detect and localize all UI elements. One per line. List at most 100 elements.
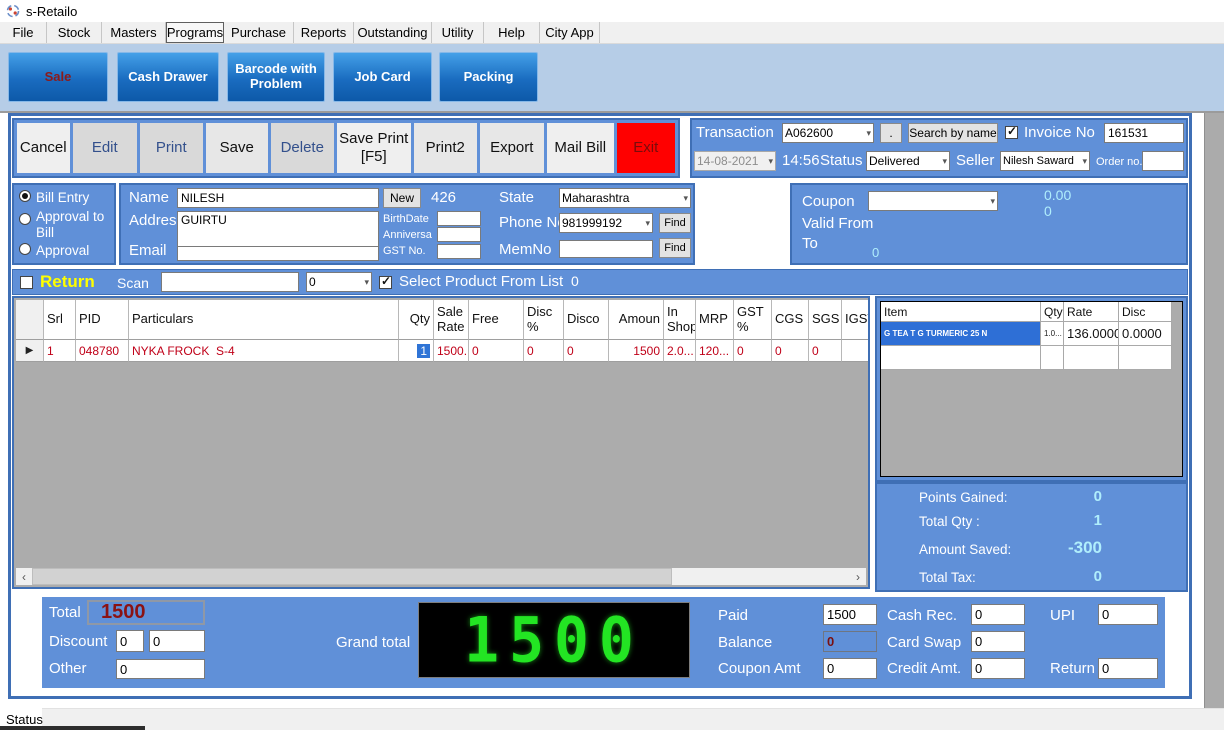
gst-no-input[interactable] [437, 244, 481, 259]
other-input[interactable] [116, 659, 205, 679]
return-amt-input[interactable] [1098, 658, 1158, 679]
discount-amt-input[interactable] [149, 630, 205, 652]
time-value: 14:56 [782, 152, 820, 169]
credit-amt-input[interactable] [971, 658, 1025, 679]
scrollbar-thumb[interactable] [32, 568, 672, 585]
seller-combo[interactable]: Nilesh Saward▾ [1000, 151, 1090, 171]
grand-total-display: 1500 [418, 602, 690, 678]
search-by-name-button[interactable]: Search by name [908, 123, 998, 143]
menu-help[interactable]: Help [484, 22, 540, 43]
scan-input[interactable] [161, 272, 299, 292]
discount-label: Discount [49, 633, 107, 650]
item-row-empty[interactable] [881, 346, 1172, 370]
menu-city-app[interactable]: City App [540, 22, 600, 43]
points-gained-value: 0 [1032, 488, 1102, 505]
cash-drawer-button[interactable]: Cash Drawer [117, 52, 219, 102]
state-combo[interactable]: Maharashtra▾ [559, 188, 691, 208]
barcode-with-problem-button[interactable]: Barcode with Problem [227, 52, 325, 102]
col-in-shop: In Shop [664, 300, 696, 340]
dot-button[interactable]: . [880, 123, 902, 143]
email-label: Email [129, 242, 167, 259]
date-combo[interactable]: 14-08-2021▾ [694, 151, 776, 171]
scan-label: Scan [117, 275, 149, 291]
total-qty-value: 1 [1032, 512, 1102, 529]
horizontal-scrollbar[interactable]: ‹ › [16, 568, 866, 585]
address-input[interactable]: GUIRTU [177, 211, 379, 249]
menu-purchase[interactable]: Purchase [224, 22, 294, 43]
action-buttons-panel: Cancel Edit Print Save Delete Save Print… [12, 118, 680, 178]
job-card-button[interactable]: Job Card [333, 52, 432, 102]
qty-cell[interactable]: 1 [399, 340, 434, 362]
birthdate-input[interactable] [437, 211, 481, 226]
email-input[interactable] [177, 246, 379, 261]
select-product-checkbox[interactable] [379, 276, 392, 289]
cash-rec-input[interactable] [971, 604, 1025, 625]
col-amount: Amoun [609, 300, 664, 340]
print2-button[interactable]: Print2 [414, 123, 477, 173]
save-print-button[interactable]: Save Print[F5] [337, 123, 412, 173]
upi-input[interactable] [1098, 604, 1158, 625]
export-button[interactable]: Export [480, 123, 545, 173]
sale-button[interactable]: Sale [8, 52, 108, 102]
delete-button[interactable]: Delete [271, 123, 334, 173]
status-combo[interactable]: Delivered▾ [866, 151, 950, 171]
find-by-memno-button[interactable]: Find [659, 238, 691, 258]
menu-outstanding[interactable]: Outstanding [354, 22, 432, 43]
approval-radio[interactable]: Approval [19, 243, 89, 259]
scroll-right-icon[interactable]: › [850, 570, 866, 584]
scan-bar: Return Scan 0▾ Select Product From List … [12, 269, 1188, 295]
taskbar-hint [0, 726, 145, 730]
order-no-input[interactable] [1142, 151, 1184, 171]
phone-combo[interactable]: 981999192▾ [559, 213, 653, 233]
cancel-button[interactable]: Cancel [17, 123, 70, 173]
memno-input[interactable] [559, 240, 653, 258]
menu-programs[interactable]: Programs [166, 22, 224, 43]
total-tax-label: Total Tax: [919, 570, 976, 585]
item-row[interactable]: G TEA T G TURMERIC 25 N 1.0... 136.0000 … [881, 322, 1172, 346]
cash-rec-label: Cash Rec. [887, 607, 957, 624]
edit-button[interactable]: Edit [73, 123, 138, 173]
radio-icon [19, 213, 31, 225]
name-input[interactable] [177, 188, 379, 208]
menu-stock[interactable]: Stock [47, 22, 102, 43]
col-igst: IGST [842, 300, 868, 340]
scan-qty-combo[interactable]: 0▾ [306, 272, 372, 292]
invoice-no-input[interactable] [1104, 123, 1184, 143]
menu-utility[interactable]: Utility [432, 22, 484, 43]
bill-entry-radio[interactable]: Bill Entry [19, 190, 89, 206]
scroll-left-icon[interactable]: ‹ [16, 570, 32, 584]
menu-masters[interactable]: Masters [102, 22, 166, 43]
entry-mode-panel: Bill Entry Approval to Bill Approval [12, 183, 116, 265]
find-by-phone-button[interactable]: Find [659, 213, 691, 233]
transaction-number-combo[interactable]: A062600▾ [782, 123, 874, 143]
paid-input[interactable] [823, 604, 877, 625]
col-pid: PID [76, 300, 129, 340]
customer-panel: Name New 426 Address GUIRTU BirthDate An… [119, 183, 695, 265]
invoice-checkbox[interactable] [1005, 126, 1018, 139]
menu-reports[interactable]: Reports [294, 22, 354, 43]
print-button[interactable]: Print [140, 123, 203, 173]
card-swap-input[interactable] [971, 631, 1025, 652]
anniversary-input[interactable] [437, 227, 481, 242]
toolbar: Sale Cash Drawer Barcode with Problem Jo… [0, 44, 1224, 111]
col-item-disc: Disc [1119, 302, 1172, 322]
coupon-combo[interactable]: ▾ [868, 191, 998, 211]
menu-file[interactable]: File [0, 22, 47, 43]
chevron-down-icon: ▾ [364, 277, 369, 288]
discount-pct-input[interactable] [116, 630, 144, 652]
transaction-label: Transaction [696, 124, 774, 141]
chevron-down-icon: ▾ [942, 156, 947, 167]
approval-to-bill-radio[interactable]: Approval to Bill [19, 209, 111, 241]
new-customer-button[interactable]: New [383, 188, 421, 208]
coupon-amt-input[interactable] [823, 658, 877, 679]
amount-saved-label: Amount Saved: [919, 542, 1011, 557]
return-checkbox[interactable] [20, 276, 33, 289]
save-button[interactable]: Save [206, 123, 269, 173]
exit-button[interactable]: Exit [617, 123, 676, 173]
coupon-value: 0.00 [1044, 187, 1071, 203]
memno-label: MemNo [499, 241, 552, 258]
product-row[interactable]: ▶ 1 048780 NYKA FROCK S-4 1 1500.... 0 0… [16, 340, 868, 362]
packing-button[interactable]: Packing [439, 52, 538, 102]
totals-panel: Total 1500 Discount Other Grand total 15… [42, 597, 1165, 688]
mail-bill-button[interactable]: Mail Bill [547, 123, 614, 173]
